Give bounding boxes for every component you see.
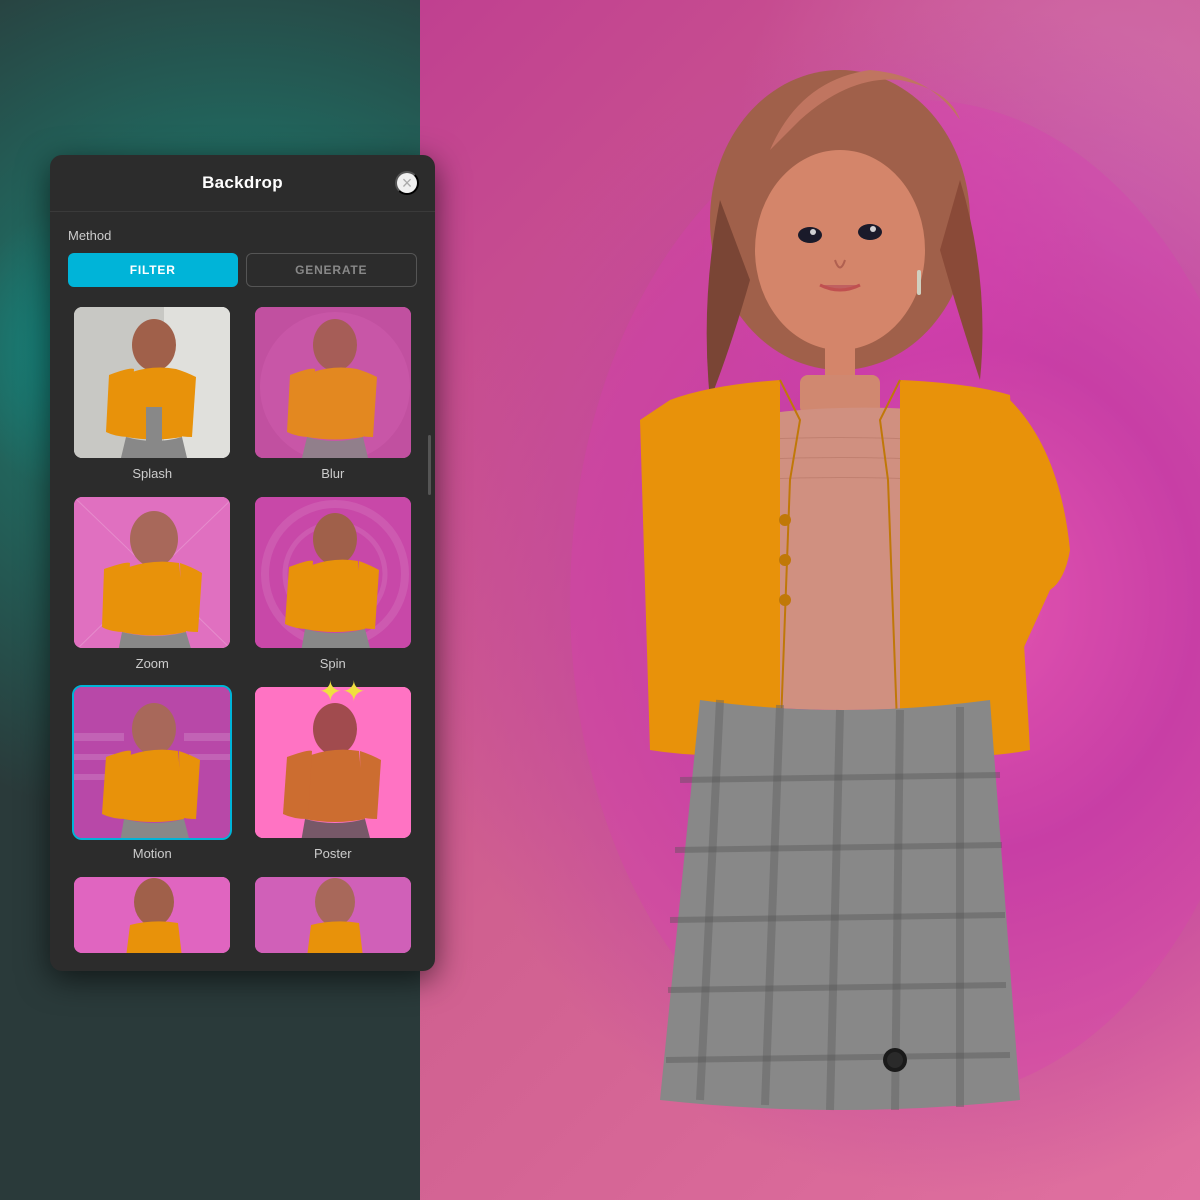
fashion-figure-svg: [420, 0, 1200, 1200]
filter-grid: Splash: [68, 305, 417, 955]
backdrop-panel: Backdrop × Method FILTER GENERATE: [50, 155, 435, 971]
filter-thumb-motion: [72, 685, 232, 840]
filter-thumb-extra2: [253, 875, 413, 955]
filter-name-zoom: Zoom: [136, 656, 169, 671]
method-buttons: FILTER GENERATE: [68, 253, 417, 287]
filter-item-splash[interactable]: Splash: [68, 305, 237, 481]
thumb-inner-poster: [255, 687, 411, 838]
method-label: Method: [68, 228, 417, 243]
scroll-indicator: [428, 435, 431, 495]
filter-name-splash: Splash: [132, 466, 172, 481]
thumb-inner-extra1: [74, 877, 230, 955]
panel-body: Method FILTER GENERATE: [50, 212, 435, 971]
filter-name-blur: Blur: [321, 466, 344, 481]
thumb-inner-zoom: [74, 497, 230, 648]
filter-item-extra1[interactable]: [68, 875, 237, 955]
filter-name-motion: Motion: [133, 846, 172, 861]
filter-item-extra2[interactable]: [249, 875, 418, 955]
filter-thumb-splash: [72, 305, 232, 460]
filter-item-blur[interactable]: Blur: [249, 305, 418, 481]
filter-thumb-extra1: [72, 875, 232, 955]
filter-item-motion[interactable]: Motion: [68, 685, 237, 861]
close-button[interactable]: ×: [395, 171, 419, 195]
filter-thumb-blur: [253, 305, 413, 460]
filter-thumb-zoom: [72, 495, 232, 650]
filter-item-poster[interactable]: ✦✦: [249, 685, 418, 861]
panel-header: Backdrop ×: [50, 155, 435, 212]
thumb-inner-splash: [74, 307, 230, 458]
panel-title: Backdrop: [202, 173, 283, 193]
filter-method-button[interactable]: FILTER: [68, 253, 238, 287]
thumb-inner-extra2: [255, 877, 411, 955]
thumb-inner-blur: [255, 307, 411, 458]
main-image: [420, 0, 1200, 1200]
filter-thumb-spin: [253, 495, 413, 650]
thumb-inner-motion: [74, 687, 230, 838]
filter-item-zoom[interactable]: Zoom: [68, 495, 237, 671]
filter-name-spin: Spin: [320, 656, 346, 671]
filter-item-spin[interactable]: Spin: [249, 495, 418, 671]
thumb-inner-spin: [255, 497, 411, 648]
generate-method-button[interactable]: GENERATE: [246, 253, 418, 287]
filter-name-poster: Poster: [314, 846, 352, 861]
filter-thumb-poster: [253, 685, 413, 840]
